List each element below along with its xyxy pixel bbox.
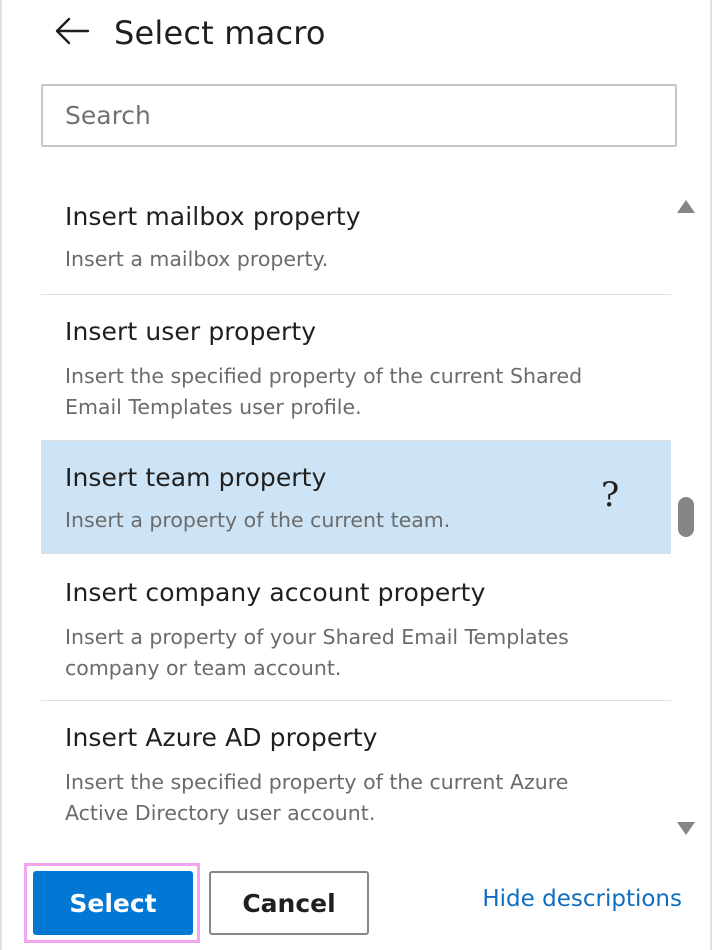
macro-item-name: Insert Azure AD property <box>65 723 378 752</box>
scroll-thumb[interactable] <box>678 497 694 537</box>
header: Select macro <box>54 8 326 58</box>
macro-item-description: Insert the specified property of the cur… <box>65 770 569 825</box>
macro-item-insert-company-account-property[interactable]: Insert company account property Insert a… <box>41 554 671 700</box>
arrow-left-icon <box>54 17 90 49</box>
macro-item-description: Insert a property of the current team. <box>65 508 451 532</box>
macro-list: Insert mailbox property Insert a mailbox… <box>41 180 671 844</box>
search-input[interactable] <box>41 84 677 147</box>
macro-item-description: Insert a property of your Shared Email T… <box>65 625 569 680</box>
macro-item-description: Insert the specified property of the cur… <box>65 364 583 419</box>
macro-item-insert-user-property[interactable]: Insert user property Insert the specifie… <box>41 295 671 440</box>
back-button[interactable] <box>52 13 92 53</box>
cancel-button[interactable]: Cancel <box>209 871 369 935</box>
select-button[interactable]: Select <box>33 871 193 935</box>
macro-item-insert-azure-ad-property[interactable]: Insert Azure AD property Insert the spec… <box>41 701 671 844</box>
macro-item-description: Insert a mailbox property. <box>65 247 329 271</box>
macro-item-name: Insert team property <box>65 463 327 492</box>
macro-item-name: Insert company account property <box>65 578 486 607</box>
hide-descriptions-link[interactable]: Hide descriptions <box>482 886 682 912</box>
help-icon[interactable]: ? <box>601 475 619 515</box>
select-macro-pane: Select macro Insert mailbox property Ins… <box>0 0 712 950</box>
macro-item-name: Insert mailbox property <box>65 202 361 231</box>
scroll-down-arrow-icon[interactable] <box>677 822 695 835</box>
page-title: Select macro <box>114 14 326 52</box>
scroll-up-arrow-icon[interactable] <box>677 200 695 213</box>
macro-item-name: Insert user property <box>65 317 317 346</box>
list-scrollbar[interactable] <box>674 190 698 844</box>
macro-item-insert-mailbox-property[interactable]: Insert mailbox property Insert a mailbox… <box>41 180 671 294</box>
macro-item-insert-team-property[interactable]: Insert team property Insert a property o… <box>41 441 671 553</box>
